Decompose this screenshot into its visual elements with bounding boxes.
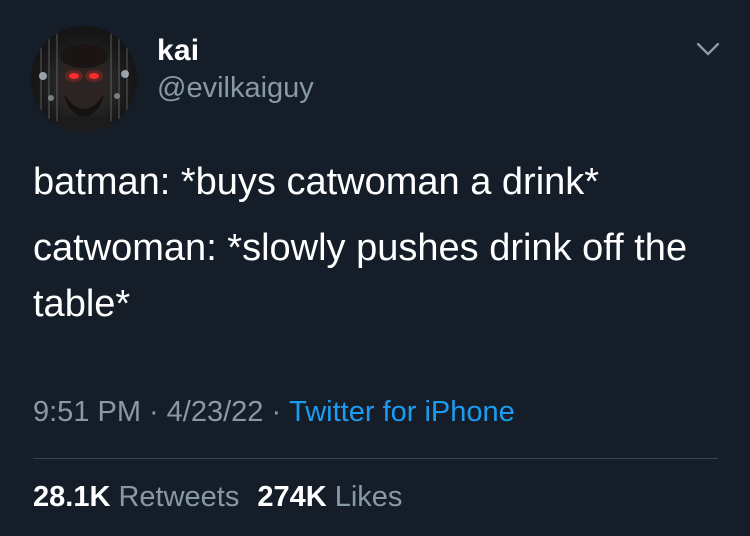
tweet-date[interactable]: 4/23/22 (167, 396, 264, 428)
tweet-time[interactable]: 9:51 PM (33, 396, 141, 428)
retweets-stat[interactable]: 28.1K Retweets (33, 481, 239, 513)
avatar-image (39, 30, 129, 132)
display-name[interactable]: kai (157, 34, 199, 68)
retweets-label: Retweets (118, 481, 240, 513)
retweets-count: 28.1K (33, 481, 111, 513)
avatar[interactable] (31, 26, 137, 132)
engagement-stats: 28.1K Retweets 274K Likes (33, 481, 402, 514)
tweet-line: catwoman: *slowly pushes drink off the t… (33, 227, 688, 325)
likes-label: Likes (334, 481, 403, 513)
divider (33, 458, 718, 459)
likes-stat[interactable]: 274K Likes (257, 481, 402, 513)
tweet-meta: 9:51 PM · 4/23/22 · Twitter for iPhone (33, 396, 515, 429)
meta-separator: · (149, 396, 159, 428)
tweet-line: batman: *buys catwoman a drink* (33, 161, 600, 203)
likes-count: 274K (257, 481, 327, 513)
tweet-source-link[interactable]: Twitter for iPhone (289, 396, 515, 428)
meta-separator: · (271, 396, 282, 428)
user-handle[interactable]: @evilkaiguy (157, 72, 314, 105)
tweet-card: kai @evilkaiguy batman: *buys catwoman a… (0, 0, 750, 536)
tweet-text: batman: *buys catwoman a drink* catwoman… (33, 152, 723, 332)
chevron-down-icon[interactable] (689, 34, 727, 64)
